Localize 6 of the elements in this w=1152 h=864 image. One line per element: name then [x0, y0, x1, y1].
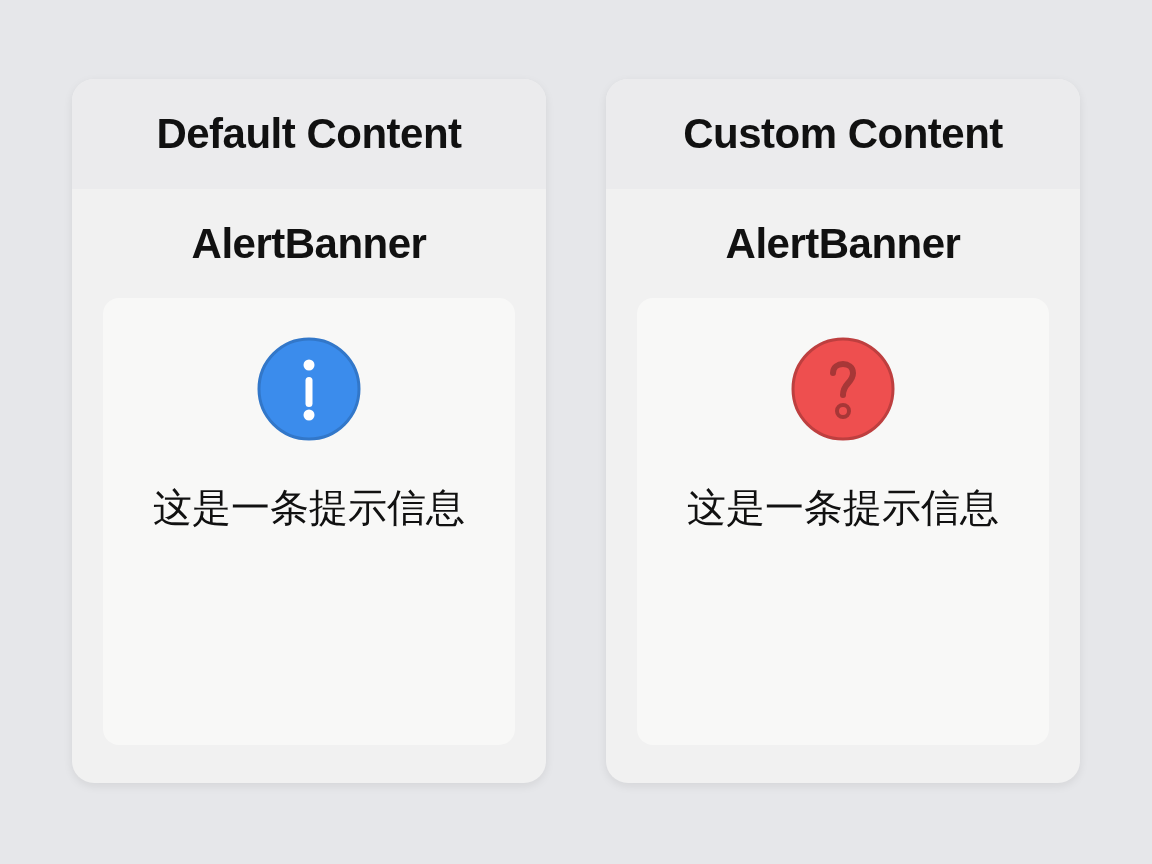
alert-message: 这是一条提示信息 — [687, 485, 999, 531]
card-title: Custom Content — [683, 110, 1003, 158]
component-name: AlertBanner — [725, 218, 961, 269]
component-name: AlertBanner — [191, 218, 427, 269]
alert-message: 这是一条提示信息 — [153, 485, 465, 531]
card-title: Default Content — [156, 110, 462, 158]
